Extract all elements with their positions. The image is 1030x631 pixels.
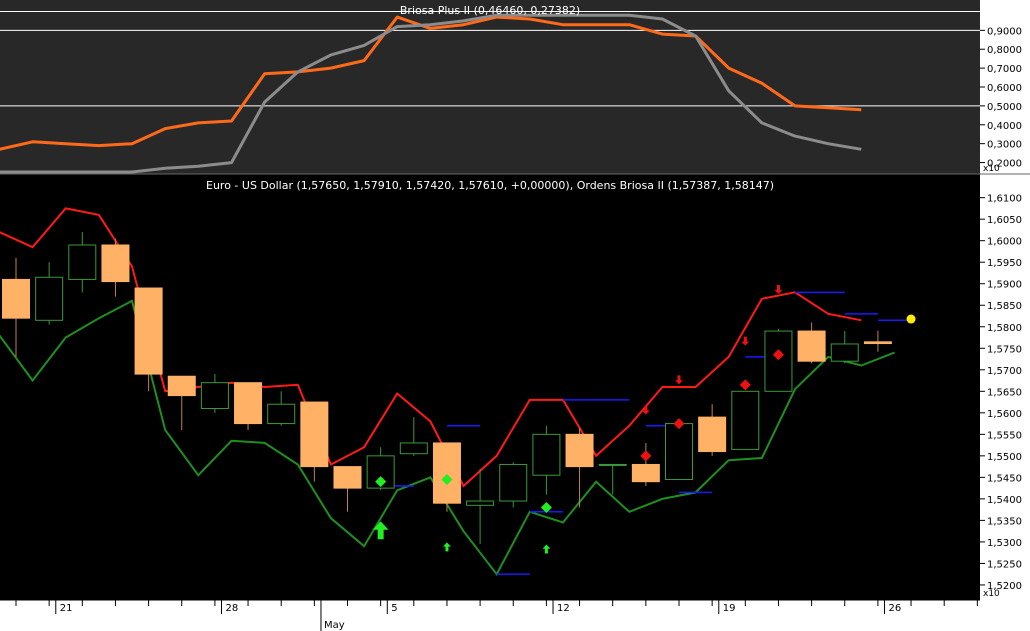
upper-panel-background <box>0 0 980 174</box>
candle-body-down <box>698 416 727 453</box>
price-tick-label: 1,6050 <box>987 215 1022 226</box>
date-tick-label: 19 <box>723 603 736 614</box>
date-tick-label: 21 <box>60 603 73 614</box>
price-tick-label: 1,5250 <box>987 559 1022 570</box>
candle-body-up <box>35 276 64 321</box>
candle-body-up <box>830 343 859 362</box>
price-tick-label: 1,5350 <box>987 516 1022 527</box>
briosa-tick-label: 0,8000 <box>987 45 1022 56</box>
candle-body-up <box>267 403 296 425</box>
candle-body-up <box>665 423 693 481</box>
price-tick-label: 1,5900 <box>987 280 1022 291</box>
price-tick-label: 1,5650 <box>987 387 1022 398</box>
price-tick-label: 1,5400 <box>987 495 1022 506</box>
candle-body-down <box>2 278 30 319</box>
date-tick-label: 12 <box>557 603 570 614</box>
candle-body-up <box>399 442 428 455</box>
price-tick-label: 1,6100 <box>987 194 1022 205</box>
briosa-tick-label: 0,5000 <box>987 102 1022 113</box>
price-tick-label: 1,5450 <box>987 473 1022 484</box>
candle-body-up <box>466 500 495 506</box>
briosa-tick-label: 0,7000 <box>987 64 1022 75</box>
price-tick-label: 1,5700 <box>987 366 1022 377</box>
lower-scale-note: x10 <box>983 589 1000 599</box>
price-tick-label: 1,5800 <box>987 323 1022 334</box>
price-tick-label: 1,6000 <box>987 237 1022 248</box>
price-tick-label: 1,5300 <box>987 538 1022 549</box>
upper-scale-note: x10 <box>983 164 1000 174</box>
month-label: May <box>324 620 345 631</box>
candle-body-up <box>764 330 793 392</box>
date-tick-label: 26 <box>889 603 902 614</box>
candle-body-down <box>333 466 362 489</box>
candle-body-up <box>532 433 561 476</box>
date-axis-background <box>0 600 1030 631</box>
candle-body-down <box>300 401 329 468</box>
date-tick-label: 28 <box>226 603 239 614</box>
briosa-tick-label: 0,3000 <box>987 140 1022 151</box>
candle-body-down <box>797 330 826 362</box>
briosa-tick-label: 0,9000 <box>987 26 1022 37</box>
candle-body-down <box>167 375 196 397</box>
candle-body-down <box>565 433 594 468</box>
price-tick-label: 1,5600 <box>987 409 1022 420</box>
price-tick-label: 1,5750 <box>987 344 1022 355</box>
date-tick-label: 5 <box>391 603 397 614</box>
lower-panel-background <box>0 174 980 600</box>
candle-body-up <box>598 463 627 466</box>
candle-body-down <box>432 442 461 504</box>
price-tick-label: 1,5550 <box>987 430 1022 441</box>
price-tick-label: 1,5950 <box>987 258 1022 269</box>
briosa-title: Briosa Plus II (0,46460, 0,27382) <box>400 4 580 17</box>
candle-body-down <box>134 287 163 375</box>
briosa-tick-label: 0,6000 <box>987 83 1022 94</box>
candle-body-up <box>68 244 97 280</box>
candle-body-down <box>234 382 263 425</box>
candle-body-down <box>101 244 130 283</box>
price-tick-label: 1,5500 <box>987 452 1022 463</box>
candle-body-down <box>631 463 660 483</box>
briosa-tick-label: 0,4000 <box>987 121 1022 132</box>
price-tick-label: 1,5850 <box>987 301 1022 312</box>
candle-body-up <box>200 382 229 410</box>
candle-body-down <box>863 341 892 345</box>
candle-body-up <box>499 463 528 502</box>
price-chart-title: Euro - US Dollar (1,57650, 1,57910, 1,57… <box>206 179 774 192</box>
candle-body-up <box>731 390 760 450</box>
chart-canvas: 0,9000 0,8000 0,7000 0,6000 0,5000 0,4000 0,30… <box>0 0 1030 631</box>
target-marker <box>906 314 916 324</box>
